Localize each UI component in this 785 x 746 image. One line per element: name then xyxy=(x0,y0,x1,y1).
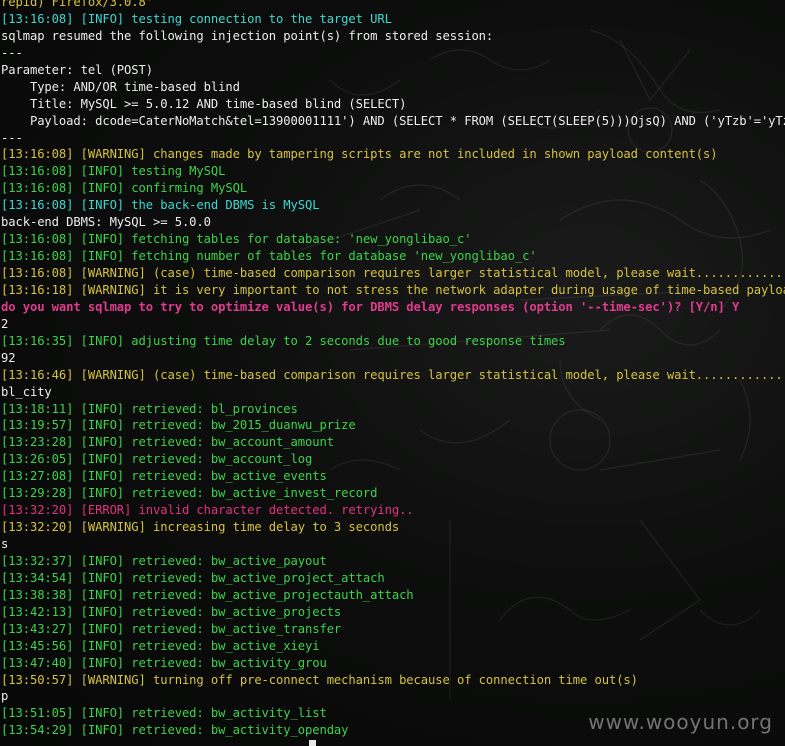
terminal-line: [13:16:08] [INFO] testing connection to … xyxy=(1,11,392,26)
watermark: www.wooyun.org xyxy=(588,710,773,734)
terminal-line: [13:29:28] [INFO] retrieved: bw_active_i… xyxy=(1,486,378,501)
terminal-line: p xyxy=(1,689,9,704)
terminal-line: [13:38:38] [INFO] retrieved: bw_active_p… xyxy=(1,587,414,602)
terminal-line: Title: MySQL >= 5.0.12 AND time-based bl… xyxy=(1,96,407,111)
terminal-line: [13:16:08] [WARNING] changes made by tam… xyxy=(1,147,718,162)
terminal-line: [13:26:05] [INFO] retrieved: bw_account_… xyxy=(1,452,313,467)
terminal-line: [13:18:11] [INFO] retrieved: bl_province… xyxy=(1,401,298,416)
terminal-line: Type: AND/OR time-based blind xyxy=(1,79,240,94)
terminal-line: [13:16:08] [WARNING] (case) time-based c… xyxy=(1,266,785,280)
terminal-line: [13:43:27] [INFO] retrieved: bw_active_t… xyxy=(1,621,342,636)
terminal-line: [13:27:08] [INFO] retrieved: bw_active_e… xyxy=(1,469,327,484)
terminal-line: [13:16:08] [INFO] fetching tables for da… xyxy=(1,232,472,247)
terminal-line: [13:47:40] [INFO] retrieved: bw_activity… xyxy=(1,655,327,670)
terminal-line: [13:34:54] [INFO] retrieved: bw_active_p… xyxy=(1,570,385,585)
terminal-line: 92 xyxy=(1,350,16,365)
terminal-line: --- xyxy=(1,45,23,60)
terminal-line: [13:32:20] [WARNING] increasing time del… xyxy=(1,520,400,535)
terminal-line: sqlmap resumed the following injection p… xyxy=(1,28,494,43)
terminal-line: do you want sqlmap to try to optimize va… xyxy=(1,299,740,314)
terminal-output: repid) Firefox/3.0.8' [13:16:08] [INFO] t… xyxy=(1,0,785,739)
terminal-line: [13:16:08] [INFO] the back-end DBMS is M… xyxy=(1,198,320,213)
terminal-line: [13:32:20] [ERROR] invalid character det… xyxy=(1,503,414,518)
terminal-line: repid) Firefox/3.0.8' xyxy=(1,0,153,9)
terminal-line: Payload: dcode=CaterNoMatch&tel=13900001… xyxy=(1,113,785,128)
terminal-line: [13:16:18] [WARNING] it is very importan… xyxy=(1,282,785,297)
terminal-cursor xyxy=(309,740,316,746)
terminal-line: s xyxy=(1,537,9,551)
terminal-line: 2 xyxy=(1,316,9,331)
terminal-line: bl_city xyxy=(1,384,52,399)
terminal-line: [13:23:28] [INFO] retrieved: bw_account_… xyxy=(1,435,334,450)
terminal-line: [13:19:57] [INFO] retrieved: bw_2015_dua… xyxy=(1,418,356,433)
terminal-window[interactable]: repid) Firefox/3.0.8' [13:16:08] [INFO] t… xyxy=(0,0,785,746)
terminal-line: [13:16:08] [INFO] testing MySQL xyxy=(1,164,226,179)
terminal-line: [13:16:08] [INFO] fetching number of tab… xyxy=(1,249,537,264)
terminal-line: [13:16:35] [INFO] adjusting time delay t… xyxy=(1,333,566,348)
terminal-line: [13:50:57] [WARNING] turning off pre-con… xyxy=(1,672,638,687)
terminal-line: Parameter: tel (POST) xyxy=(1,62,153,77)
terminal-line: --- xyxy=(1,130,23,145)
terminal-line: [13:16:46] [WARNING] (case) time-based c… xyxy=(1,367,785,382)
terminal-line: back-end DBMS: MySQL >= 5.0.0 xyxy=(1,215,211,230)
terminal-line: [13:45:56] [INFO] retrieved: bw_active_x… xyxy=(1,638,320,653)
terminal-line: [13:42:13] [INFO] retrieved: bw_active_p… xyxy=(1,604,342,619)
terminal-line: [13:32:37] [INFO] retrieved: bw_active_p… xyxy=(1,553,327,568)
terminal-line: [13:16:08] [INFO] confirming MySQL xyxy=(1,181,248,196)
